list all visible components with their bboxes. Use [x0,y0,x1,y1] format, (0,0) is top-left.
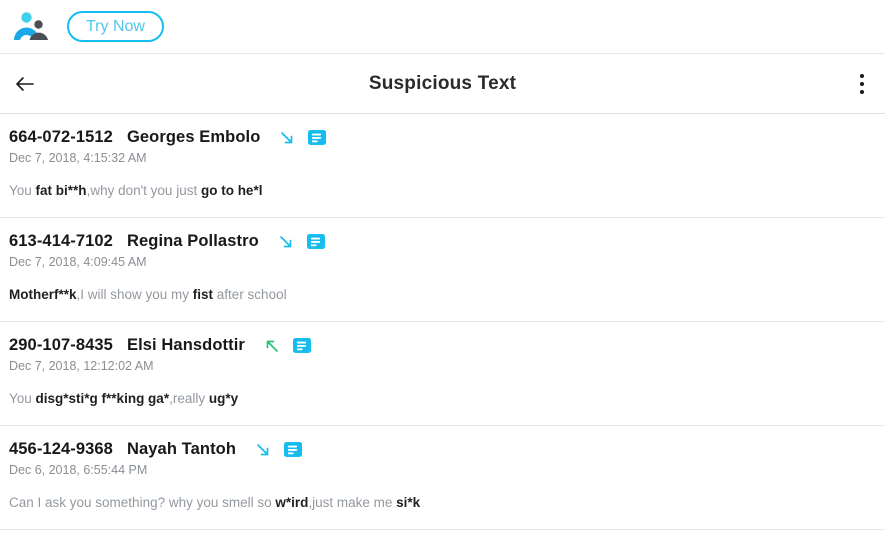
sms-message-icon[interactable] [283,441,303,459]
kebab-dot [860,73,864,78]
message-timestamp: Dec 6, 2018, 6:55:44 PM [9,463,148,477]
message-phone-number: 664-072-1512 [9,128,113,146]
try-now-button[interactable]: Try Now [67,11,164,42]
message-phone-number: 456-124-9368 [9,440,113,458]
message-timestamp: Dec 7, 2018, 4:09:45 AM [9,255,147,269]
sms-message-icon[interactable] [292,337,312,355]
message-header: 613-414-7102 Regina Pollastro [9,232,885,251]
message-text-segment: Can I ask you something? why you smell s… [9,495,276,510]
message-text-segment: after school [213,287,287,302]
flagged-phrase: ug*y [208,391,239,406]
message-contact-name: Nayah Tantoh [126,440,237,458]
kebab-dot [860,89,864,94]
message-row[interactable]: 664-072-1512 Georges Embolo Dec 7, 2018, 4… [0,114,885,218]
flagged-phrase: si*k [396,495,421,510]
two-people-logo-icon [10,10,50,44]
message-header: 456-124-9368 Nayah Tantoh [9,440,885,459]
flagged-phrase: fist [192,287,214,302]
message-header: 290-107-8435 Elsi Hansdottir [9,336,885,355]
page-title: Suspicious Text [368,72,517,94]
message-header: 664-072-1512 Georges Embolo [9,128,885,147]
back-arrow-icon[interactable] [8,67,42,101]
suspicious-text-list: 664-072-1512 Georges Embolo Dec 7, 2018, 4… [0,114,885,530]
message-contact-name: Georges Embolo [126,128,261,146]
message-phone-number: 613-414-7102 [9,232,113,250]
message-body: Can I ask you something? why you smell s… [9,494,885,511]
flagged-phrase: w*ird [275,495,309,510]
message-text-segment: ,just make me [308,495,397,510]
message-text-segment: ,really [169,391,209,406]
sms-message-icon[interactable] [307,129,327,147]
message-timestamp: Dec 7, 2018, 4:15:32 AM [9,151,147,165]
message-row[interactable]: 613-414-7102 Regina Pollastro Dec 7, 2018,… [0,218,885,322]
arrow-down-right-icon [277,233,295,251]
sms-message-icon[interactable] [306,233,326,251]
arrow-up-left-icon [263,337,281,355]
message-text-segment: ,I will show you my [76,287,193,302]
message-body: Motherf**k,I will show you my fist after… [9,286,885,303]
message-text-segment: You [9,183,36,198]
flagged-phrase: fat bi**h [35,183,87,198]
message-timestamp: Dec 7, 2018, 12:12:02 AM [9,359,154,373]
message-text-segment: ,why don't you just [86,183,201,198]
message-body: You fat bi**h,why don't you just go to h… [9,182,885,199]
kebab-menu-icon[interactable] [849,67,875,101]
arrow-down-right-icon [278,129,296,147]
flagged-phrase: Motherf**k [9,287,77,302]
message-row[interactable]: 290-107-8435 Elsi Hansdottir Dec 7, 2018, … [0,322,885,426]
flagged-phrase: disg*sti*g f**king ga* [35,391,170,406]
arrow-down-right-icon [254,441,272,459]
kebab-dot [860,81,864,86]
message-contact-name: Regina Pollastro [126,232,259,250]
app-header: Suspicious Text [0,54,885,114]
message-text-segment: You [9,391,36,406]
message-contact-name: Elsi Hansdottir [126,336,245,354]
message-phone-number: 290-107-8435 [9,336,113,354]
flagged-phrase: go to he*l [200,183,263,198]
message-body: You disg*sti*g f**king ga*,really ug*y [9,390,885,407]
promo-bar: Try Now [0,0,885,54]
message-row[interactable]: 456-124-9368 Nayah Tantoh Dec 6, 2018, 6:5… [0,426,885,530]
